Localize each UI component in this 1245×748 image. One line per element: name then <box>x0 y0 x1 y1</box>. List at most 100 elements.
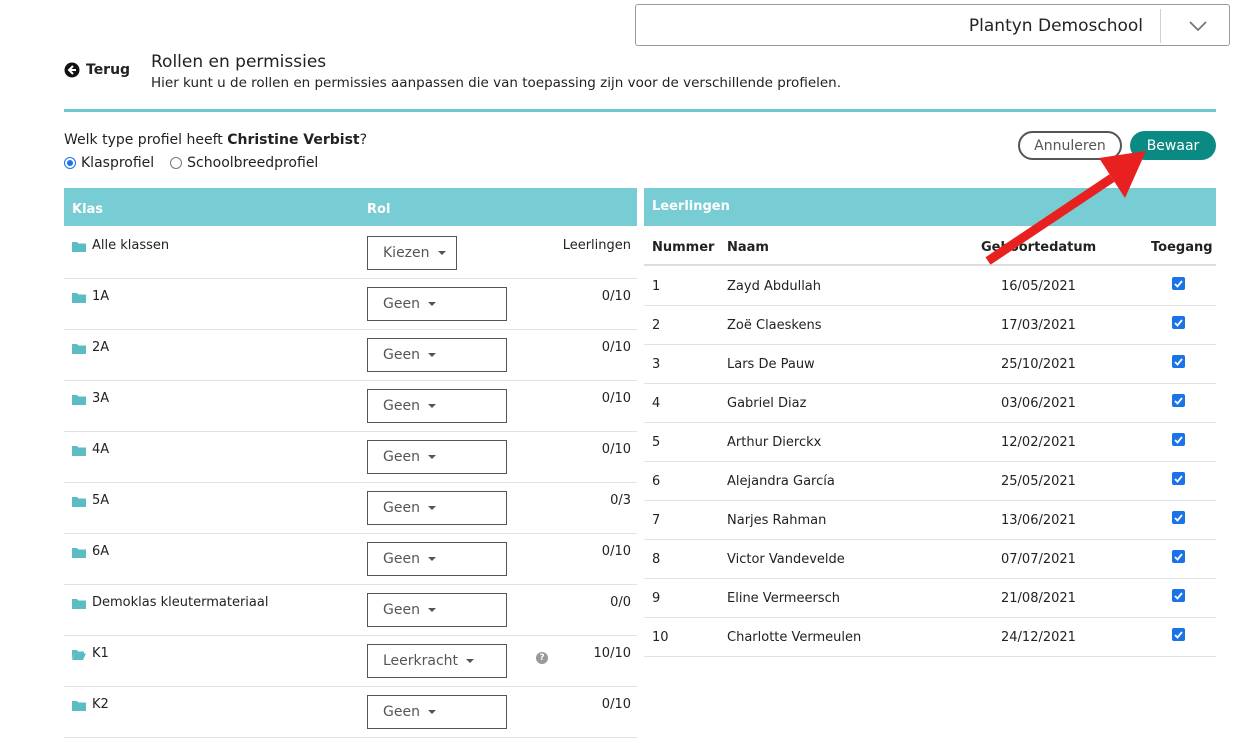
class-name: 2A <box>92 340 110 355</box>
access-checkbox[interactable] <box>1172 277 1185 290</box>
role-select-value: Geen <box>383 449 420 465</box>
class-name: 3A <box>92 391 110 406</box>
caret-down-icon <box>427 608 436 612</box>
save-button[interactable]: Bewaar <box>1130 131 1216 160</box>
access-checkbox[interactable] <box>1172 472 1185 485</box>
column-geboortedatum: Geboortedatum <box>981 240 1097 255</box>
school-selector[interactable]: Plantyn Demoschool <box>635 4 1230 46</box>
access-checkbox[interactable] <box>1172 355 1185 368</box>
student-number: 7 <box>652 513 661 528</box>
student-birthdate: 16/05/2021 <box>1001 279 1076 294</box>
student-number: 9 <box>652 591 661 606</box>
role-select-value: Geen <box>383 602 420 618</box>
student-number: 4 <box>652 396 661 411</box>
table-row: 9 Eline Vermeersch 21/08/2021 <box>644 579 1216 618</box>
student-name: Zayd Abdullah <box>727 279 822 294</box>
access-checkbox[interactable] <box>1172 589 1185 602</box>
class-name: Demoklas kleutermateriaal <box>92 595 269 610</box>
role-select[interactable]: Geen <box>367 491 507 525</box>
class-name: Alle klassen <box>92 238 170 253</box>
class-row: 6A Geen 0/10 <box>64 534 637 585</box>
back-button[interactable]: Terug <box>64 62 130 78</box>
role-select[interactable]: Geen <box>367 542 507 576</box>
caret-down-icon <box>427 302 436 306</box>
student-number: 10 <box>652 630 669 645</box>
help-icon[interactable]: ? <box>536 652 548 664</box>
role-select[interactable]: Geen <box>367 287 507 321</box>
cancel-button[interactable]: Annuleren <box>1018 131 1122 160</box>
student-name: Narjes Rahman <box>727 513 827 528</box>
page-subtitle: Hier kunt u de rollen en permissies aanp… <box>151 75 842 91</box>
access-checkbox[interactable] <box>1172 628 1185 641</box>
caret-down-icon <box>427 404 436 408</box>
folder-icon <box>72 599 86 609</box>
student-count: 0/10 <box>601 544 631 559</box>
check-icon <box>1174 396 1183 405</box>
class-row: Alle klassen Kiezen Leerlingen <box>64 228 637 279</box>
student-count: 0/0 <box>610 595 631 610</box>
class-row: 3A Geen 0/10 <box>64 381 637 432</box>
student-birthdate: 25/05/2021 <box>1001 474 1076 489</box>
chevron-down-icon[interactable] <box>1166 11 1230 41</box>
header-divider <box>64 109 1216 112</box>
role-select[interactable]: Geen <box>367 440 507 474</box>
folder-icon <box>72 395 86 405</box>
caret-down-icon <box>427 506 436 510</box>
role-select-value: Geen <box>383 398 420 414</box>
page-title: Rollen en permissies <box>151 52 327 72</box>
folder-icon <box>72 701 86 711</box>
student-name: Charlotte Vermeulen <box>727 630 862 645</box>
leerlingen-label: Leerlingen <box>562 238 631 253</box>
access-checkbox[interactable] <box>1172 433 1185 446</box>
student-birthdate: 13/06/2021 <box>1001 513 1076 528</box>
check-icon <box>1174 318 1183 327</box>
column-naam: Naam <box>727 240 769 255</box>
role-select[interactable]: Geen <box>367 593 507 627</box>
student-name: Eline Vermeersch <box>727 591 840 606</box>
access-checkbox[interactable] <box>1172 511 1185 524</box>
role-select[interactable]: Geen <box>367 695 507 729</box>
folder-icon <box>72 446 86 456</box>
access-checkbox[interactable] <box>1172 394 1185 407</box>
table-row: 1 Zayd Abdullah 16/05/2021 <box>644 267 1216 306</box>
student-number: 5 <box>652 435 661 450</box>
role-select[interactable]: Kiezen <box>367 236 457 270</box>
access-checkbox[interactable] <box>1172 316 1185 329</box>
students-columns: Nummer Naam Geboortedatum Toegang <box>644 226 1216 266</box>
role-select[interactable]: Geen <box>367 338 507 372</box>
role-select[interactable]: Leerkracht <box>367 644 507 678</box>
radio-klasprofiel[interactable]: Klasprofiel <box>64 155 154 171</box>
role-select-value: Geen <box>383 296 420 312</box>
table-row: 3 Lars De Pauw 25/10/2021 <box>644 345 1216 384</box>
student-name: Arthur Dierckx <box>727 435 822 450</box>
radio-dot[interactable] <box>170 157 183 169</box>
class-name: 4A <box>92 442 110 457</box>
radio-schoolbreedprofiel[interactable]: Schoolbreedprofiel <box>170 155 318 171</box>
table-row: 7 Narjes Rahman 13/06/2021 <box>644 501 1216 540</box>
table-row: 6 Alejandra García 25/05/2021 <box>644 462 1216 501</box>
class-row: K2 Geen 0/10 <box>64 687 637 738</box>
role-select-value: Geen <box>383 551 420 567</box>
role-select[interactable]: Geen <box>367 389 507 423</box>
students-table-title: Leerlingen <box>652 199 730 214</box>
student-birthdate: 24/12/2021 <box>1001 630 1076 645</box>
table-row: 10 Charlotte Vermeulen 24/12/2021 <box>644 618 1216 657</box>
class-row: Demoklas kleutermateriaal Geen 0/0 <box>64 585 637 636</box>
radio-dot[interactable] <box>64 157 76 169</box>
student-name: Alejandra García <box>727 474 835 489</box>
student-number: 8 <box>652 552 661 567</box>
table-row: 4 Gabriel Diaz 03/06/2021 <box>644 384 1216 423</box>
student-number: 2 <box>652 318 661 333</box>
student-birthdate: 03/06/2021 <box>1001 396 1076 411</box>
folder-icon <box>72 548 86 558</box>
student-birthdate: 17/03/2021 <box>1001 318 1076 333</box>
class-name: K1 <box>92 646 109 661</box>
access-checkbox[interactable] <box>1172 550 1185 563</box>
check-icon <box>1174 474 1183 483</box>
role-select-value: Geen <box>383 500 420 516</box>
class-row: K1 Leerkracht? 10/10 <box>64 636 637 687</box>
role-select-value: Geen <box>383 704 420 720</box>
check-icon <box>1174 513 1183 522</box>
check-icon <box>1174 357 1183 366</box>
profile-type-radios: Klasprofiel Schoolbreedprofiel <box>64 155 318 171</box>
